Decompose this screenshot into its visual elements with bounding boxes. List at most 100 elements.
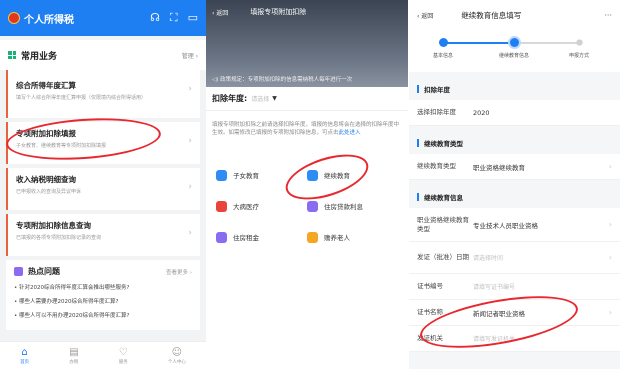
policy-notice: ◁) 政策规定：专项附加扣除的信息需纳税人每年进行一次	[206, 75, 408, 83]
chevron-right-icon: ›	[608, 162, 612, 171]
app-title: 个人所得税	[24, 14, 74, 26]
tab-tax[interactable]: ▤ 办税	[69, 347, 78, 365]
grid-icon	[8, 51, 16, 59]
field-label: 继续教育类型	[417, 162, 456, 170]
group-title: 继续教育信息	[424, 194, 463, 202]
option-label: 住房租金	[233, 234, 259, 242]
headset-icon[interactable]: ☊	[150, 11, 160, 25]
certificate-number-field[interactable]: 证书编号 请填写证书编号	[409, 274, 620, 300]
issue-date-field[interactable]: 发证（批准）日期 请选择时间 ›	[409, 242, 620, 274]
list-item-special-deduction[interactable]: 专项附加扣除填报 子女教育、继续教育等专项附加扣除填报 ›	[6, 122, 200, 164]
deduction-options: 子女教育 继续教育 大病医疗 住房贷款利息 住房租金 赡养老人	[206, 156, 408, 256]
family-icon	[307, 231, 318, 243]
description-text: 填报专项附加扣除之前请选择扣除年度，填报的信息将会在选择的扣除年度中生效。如需修…	[212, 122, 400, 136]
child-education-icon	[216, 169, 227, 181]
speaker-icon: ◁)	[212, 77, 219, 83]
caret-down-icon: ▼	[272, 95, 277, 102]
step-connector	[517, 42, 579, 44]
chevron-right-icon: ›	[188, 136, 192, 146]
group-title: 继续教育类型	[424, 140, 463, 148]
item-subtitle: 已申报收入的查询及异议申诉	[16, 189, 82, 195]
option-mortgage-interest[interactable]: 住房贷款利息	[307, 197, 398, 215]
issuing-authority-field[interactable]: 发证机关 请填写发证机关	[409, 326, 620, 352]
more-icon[interactable]: ···	[604, 11, 612, 20]
manage-link[interactable]: 管理 ›	[182, 51, 198, 60]
option-elderly-support[interactable]: 赡养老人	[307, 228, 398, 246]
group-bar	[417, 139, 419, 147]
option-serious-illness[interactable]: 大病医疗	[216, 197, 307, 215]
chevron-right-icon: ›	[188, 228, 192, 238]
option-child-education[interactable]: 子女教育	[216, 166, 307, 184]
enter-link[interactable]: 此处进入	[339, 130, 361, 136]
deduction-screen: ‹ 返回 填报专项附加扣除 ◁) 政策规定：专项附加扣除的信息需纳税人每年进行一…	[206, 0, 408, 369]
deduction-description: 填报专项附加扣除之前请选择扣除年度，填报的信息将会在选择的扣除年度中生效。如需修…	[206, 111, 408, 156]
year-label: 扣除年度:	[212, 94, 248, 103]
step-pending-dot	[576, 39, 583, 46]
deduction-year-field[interactable]: 选择扣除年度 2020	[409, 100, 620, 126]
step-connector	[444, 42, 512, 44]
hot-title: 热点问题	[28, 267, 60, 276]
field-value: 2020	[473, 108, 490, 117]
list-item-income-query[interactable]: 收入纳税明细查询 已申报收入的查询及异议申诉 ›	[6, 168, 200, 210]
message-icon[interactable]: ▭	[188, 11, 198, 25]
tab-label: 服务	[118, 359, 128, 365]
chevron-right-icon: ›	[608, 308, 612, 317]
tab-label: 首页	[20, 359, 30, 365]
tab-label: 个人中心	[167, 359, 186, 365]
back-button[interactable]: ‹ 返回	[417, 11, 433, 20]
list-item-deduction-query[interactable]: 专项附加扣除信息查询 已填报的各项专项附加扣除记录的查询 ›	[6, 214, 200, 256]
item-subtitle: 填写个人综合所得年度汇算申报（仅限境内综合所得适用）	[16, 95, 147, 101]
field-placeholder: 请填写发证机关	[473, 336, 516, 343]
option-continuing-education[interactable]: 继续教育	[307, 166, 398, 184]
item-title: 收入纳税明细查询	[16, 175, 76, 184]
tab-label: 办税	[69, 359, 79, 365]
back-button[interactable]: ‹ 返回	[212, 8, 228, 17]
step-label: 基本信息	[432, 53, 453, 59]
chevron-right-icon: ›	[608, 253, 612, 262]
group-header: 扣除年度	[409, 78, 620, 100]
tax-emblem-icon	[8, 12, 20, 24]
home-header: 个人所得税 ☊ ⛶ ▭	[0, 0, 206, 36]
field-value: 新闻记者职业资格	[473, 309, 525, 318]
field-placeholder: 请填写证书编号	[473, 284, 516, 291]
scan-icon[interactable]: ⛶	[170, 11, 178, 25]
hot-question[interactable]: • 针对2020综合所得年度汇算会推出哪些服务?	[14, 283, 192, 291]
hot-question[interactable]: • 哪些人需要办理2020综合所得年度汇算?	[14, 297, 192, 305]
field-label: 职业资格继续教育类型	[417, 215, 469, 233]
home-icon: ⌂	[21, 346, 28, 358]
home-screen: 个人所得税 ☊ ⛶ ▭ 常用业务 管理 › 综合所得年度汇算 填写个人综合所得年…	[0, 0, 206, 369]
item-title: 专项附加扣除填报	[16, 129, 76, 138]
tab-profile[interactable]: ☺ 个人中心	[168, 347, 186, 365]
qualification-type-field[interactable]: 职业资格继续教育类型 专业技术人员职业资格 ›	[409, 208, 620, 242]
tab-home[interactable]: ⌂ 首页	[20, 347, 29, 365]
step-label: 申报方式	[568, 53, 589, 59]
tab-service[interactable]: ♡ 服务	[119, 347, 128, 365]
section-title: 常用业务	[21, 51, 58, 62]
item-subtitle: 已填报的各项专项附加扣除记录的查询	[16, 235, 102, 241]
option-housing-rent[interactable]: 住房租金	[216, 228, 307, 246]
document-icon: ▤	[69, 346, 79, 358]
field-label: 证书名称	[417, 308, 443, 316]
field-value: 专业技术人员职业资格	[473, 221, 538, 230]
building-icon	[216, 231, 227, 243]
deduction-banner: ‹ 返回 填报专项附加扣除 ◁) 政策规定：专项附加扣除的信息需纳税人每年进行一…	[206, 0, 408, 87]
heart-icon: ♡	[118, 346, 128, 358]
view-more-link[interactable]: 查看更多 ›	[166, 268, 192, 276]
hot-question[interactable]: • 哪些人可以不用办理2020综合所得年度汇算?	[14, 311, 192, 319]
item-title: 专项附加扣除信息查询	[16, 221, 91, 230]
option-label: 子女教育	[233, 172, 259, 180]
page-title: 继续教育信息填写	[461, 10, 522, 20]
list-item-annual-settlement[interactable]: 综合所得年度汇算 填写个人综合所得年度汇算申报（仅限境内综合所得适用） ›	[6, 70, 200, 118]
medical-kit-icon	[216, 200, 227, 212]
graduation-cap-icon	[307, 169, 318, 181]
education-type-field[interactable]: 继续教育类型 职业资格继续教育 ›	[409, 154, 620, 180]
certificate-name-field[interactable]: 证书名称 新闻记者职业资格 ›	[409, 300, 620, 326]
group-title: 扣除年度	[424, 86, 450, 94]
hot-questions-panel: 热点问题 查看更多 › • 针对2020综合所得年度汇算会推出哪些服务? • 哪…	[6, 260, 200, 330]
chevron-right-icon: ›	[608, 220, 612, 229]
field-label: 发证（批准）日期	[417, 253, 469, 261]
house-icon	[307, 200, 318, 212]
user-icon: ☺	[171, 346, 183, 358]
hot-topic-icon	[14, 267, 23, 276]
year-selector[interactable]: 扣除年度: 请选择 ▼	[206, 87, 408, 111]
